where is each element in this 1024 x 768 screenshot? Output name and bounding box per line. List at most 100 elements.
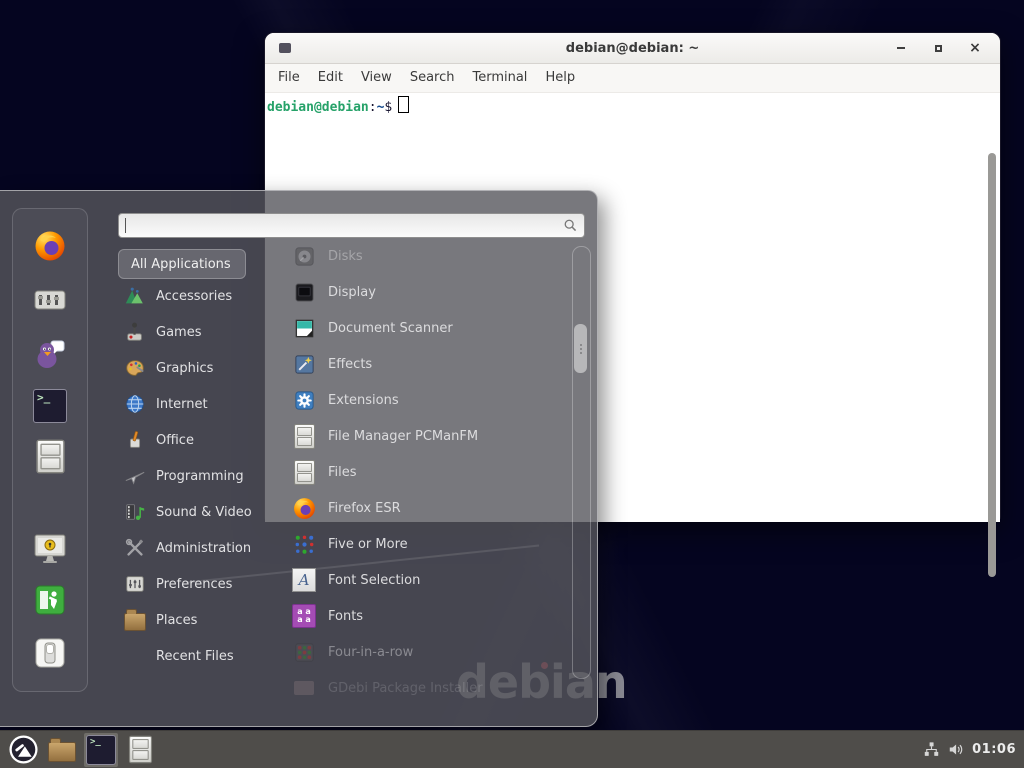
terminal-titlebar[interactable]: debian@debian: ~ × bbox=[265, 33, 1000, 64]
app-item-file-manager-pcmanfm[interactable]: File Manager PCManFM bbox=[282, 418, 578, 454]
minimize-button[interactable] bbox=[894, 41, 908, 55]
menu-edit[interactable]: Edit bbox=[309, 64, 352, 92]
search-icon bbox=[563, 218, 578, 233]
category-label: Administration bbox=[156, 541, 251, 556]
favorite-terminal[interactable] bbox=[32, 388, 68, 424]
app-item-label: GDebi Package Installer bbox=[328, 681, 483, 696]
accessories-icon bbox=[124, 285, 146, 307]
shut-down-icon bbox=[35, 638, 65, 668]
terminal-menubar: File Edit View Search Terminal Help bbox=[265, 64, 1000, 93]
app-item-fonts[interactable]: Fonts bbox=[282, 598, 578, 634]
terminal-scrollbar-thumb[interactable] bbox=[988, 153, 996, 577]
window-title: debian@debian: ~ bbox=[265, 41, 1000, 56]
category-label: Games bbox=[156, 325, 201, 340]
category-internet[interactable]: Internet bbox=[118, 386, 294, 422]
display-icon bbox=[292, 280, 316, 304]
app-item-disks[interactable]: Disks bbox=[282, 238, 578, 274]
internet-globe-icon bbox=[124, 393, 146, 415]
app-item-document-scanner[interactable]: Document Scanner bbox=[282, 310, 578, 346]
taskbar-files-button[interactable] bbox=[123, 733, 157, 767]
app-item-label: Four-in-a-row bbox=[328, 645, 413, 660]
category-accessories[interactable]: Accessories bbox=[118, 278, 294, 314]
menu-search[interactable]: Search bbox=[401, 64, 464, 92]
category-games[interactable]: Games bbox=[118, 314, 294, 350]
menu-search-input[interactable] bbox=[118, 213, 585, 238]
taskbar-file-manager-button[interactable] bbox=[45, 733, 79, 767]
clock[interactable]: 01:06 bbox=[972, 742, 1016, 757]
terminal-cursor bbox=[398, 96, 409, 113]
favorite-lock-screen[interactable] bbox=[32, 531, 68, 567]
application-menu: All Applications Accessories Games bbox=[0, 190, 598, 727]
firefox-icon bbox=[292, 496, 316, 520]
pidgin-icon bbox=[34, 338, 66, 370]
favorite-shut-down[interactable] bbox=[32, 635, 68, 671]
favorite-file-manager[interactable] bbox=[32, 438, 68, 474]
taskbar-menu-button[interactable] bbox=[6, 733, 40, 767]
five-or-more-icon bbox=[292, 532, 316, 556]
prompt-dollar: $ bbox=[384, 100, 392, 115]
menu-help[interactable]: Help bbox=[536, 64, 584, 92]
preferences-icon bbox=[124, 573, 146, 595]
office-icon bbox=[124, 429, 146, 451]
terminal-scrollbar[interactable] bbox=[986, 153, 998, 518]
category-administration[interactable]: Administration bbox=[118, 530, 294, 566]
search-caret bbox=[125, 218, 126, 233]
favorite-log-out[interactable] bbox=[32, 582, 68, 618]
system-tray: 01:06 bbox=[922, 731, 1016, 768]
volume-icon[interactable] bbox=[947, 740, 966, 759]
category-programming[interactable]: Programming bbox=[118, 458, 294, 494]
close-button[interactable]: × bbox=[968, 41, 982, 55]
effects-icon bbox=[292, 352, 316, 376]
menu-scrollbar-thumb[interactable] bbox=[574, 324, 587, 373]
favorites-column bbox=[12, 208, 88, 692]
app-item-label: Extensions bbox=[328, 393, 399, 408]
app-item-five-or-more[interactable]: Five or More bbox=[282, 526, 578, 562]
menu-scrollbar-track[interactable] bbox=[572, 246, 591, 679]
font-selection-icon bbox=[292, 568, 316, 592]
menu-file[interactable]: File bbox=[269, 64, 309, 92]
app-item-four-in-a-row[interactable]: Four-in-a-row bbox=[282, 634, 578, 670]
app-item-extensions[interactable]: Extensions bbox=[282, 382, 578, 418]
category-sound-video[interactable]: Sound & Video bbox=[118, 494, 294, 530]
menu-search bbox=[118, 213, 585, 238]
favorite-firefox[interactable] bbox=[32, 228, 68, 264]
menu-terminal[interactable]: Terminal bbox=[463, 64, 536, 92]
category-preferences[interactable]: Preferences bbox=[118, 566, 294, 602]
taskbar: 01:06 bbox=[0, 730, 1024, 768]
taskbar-terminal-button[interactable] bbox=[84, 733, 118, 767]
category-office[interactable]: Office bbox=[118, 422, 294, 458]
file-cabinet-icon bbox=[36, 439, 64, 473]
favorite-pidgin[interactable] bbox=[32, 336, 68, 372]
category-label: Sound & Video bbox=[156, 505, 252, 520]
control-center-icon bbox=[34, 287, 66, 313]
category-label: Places bbox=[156, 613, 197, 628]
administration-icon bbox=[124, 537, 146, 559]
firefox-icon bbox=[34, 230, 66, 262]
app-item-font-selection[interactable]: Font Selection bbox=[282, 562, 578, 598]
app-item-firefox-esr[interactable]: Firefox ESR bbox=[282, 490, 578, 526]
graphics-icon bbox=[124, 357, 146, 379]
programming-icon bbox=[124, 465, 146, 487]
network-icon[interactable] bbox=[922, 740, 941, 759]
app-item-display[interactable]: Display bbox=[282, 274, 578, 310]
app-item-label: Disks bbox=[328, 249, 363, 264]
app-item-files[interactable]: Files bbox=[282, 454, 578, 490]
prompt-user-host: debian@debian bbox=[267, 100, 369, 115]
gdebi-icon bbox=[292, 676, 316, 700]
disks-icon bbox=[292, 244, 316, 268]
app-item-label: File Manager PCManFM bbox=[328, 429, 478, 444]
prompt-colon: : bbox=[369, 100, 377, 115]
app-item-label: Display bbox=[328, 285, 376, 300]
menu-view[interactable]: View bbox=[352, 64, 401, 92]
category-label: All Applications bbox=[131, 257, 231, 272]
app-item-label: Document Scanner bbox=[328, 321, 453, 336]
favorite-control-center[interactable] bbox=[32, 282, 68, 318]
document-scanner-icon bbox=[292, 316, 316, 340]
maximize-button[interactable] bbox=[931, 41, 945, 55]
app-item-effects[interactable]: Effects bbox=[282, 346, 578, 382]
category-all-applications[interactable]: All Applications bbox=[118, 249, 246, 279]
games-icon bbox=[124, 321, 146, 343]
category-graphics[interactable]: Graphics bbox=[118, 350, 294, 386]
app-item-gdebi-package-installer[interactable]: GDebi Package Installer bbox=[282, 670, 578, 706]
category-places[interactable]: Places bbox=[118, 602, 294, 638]
